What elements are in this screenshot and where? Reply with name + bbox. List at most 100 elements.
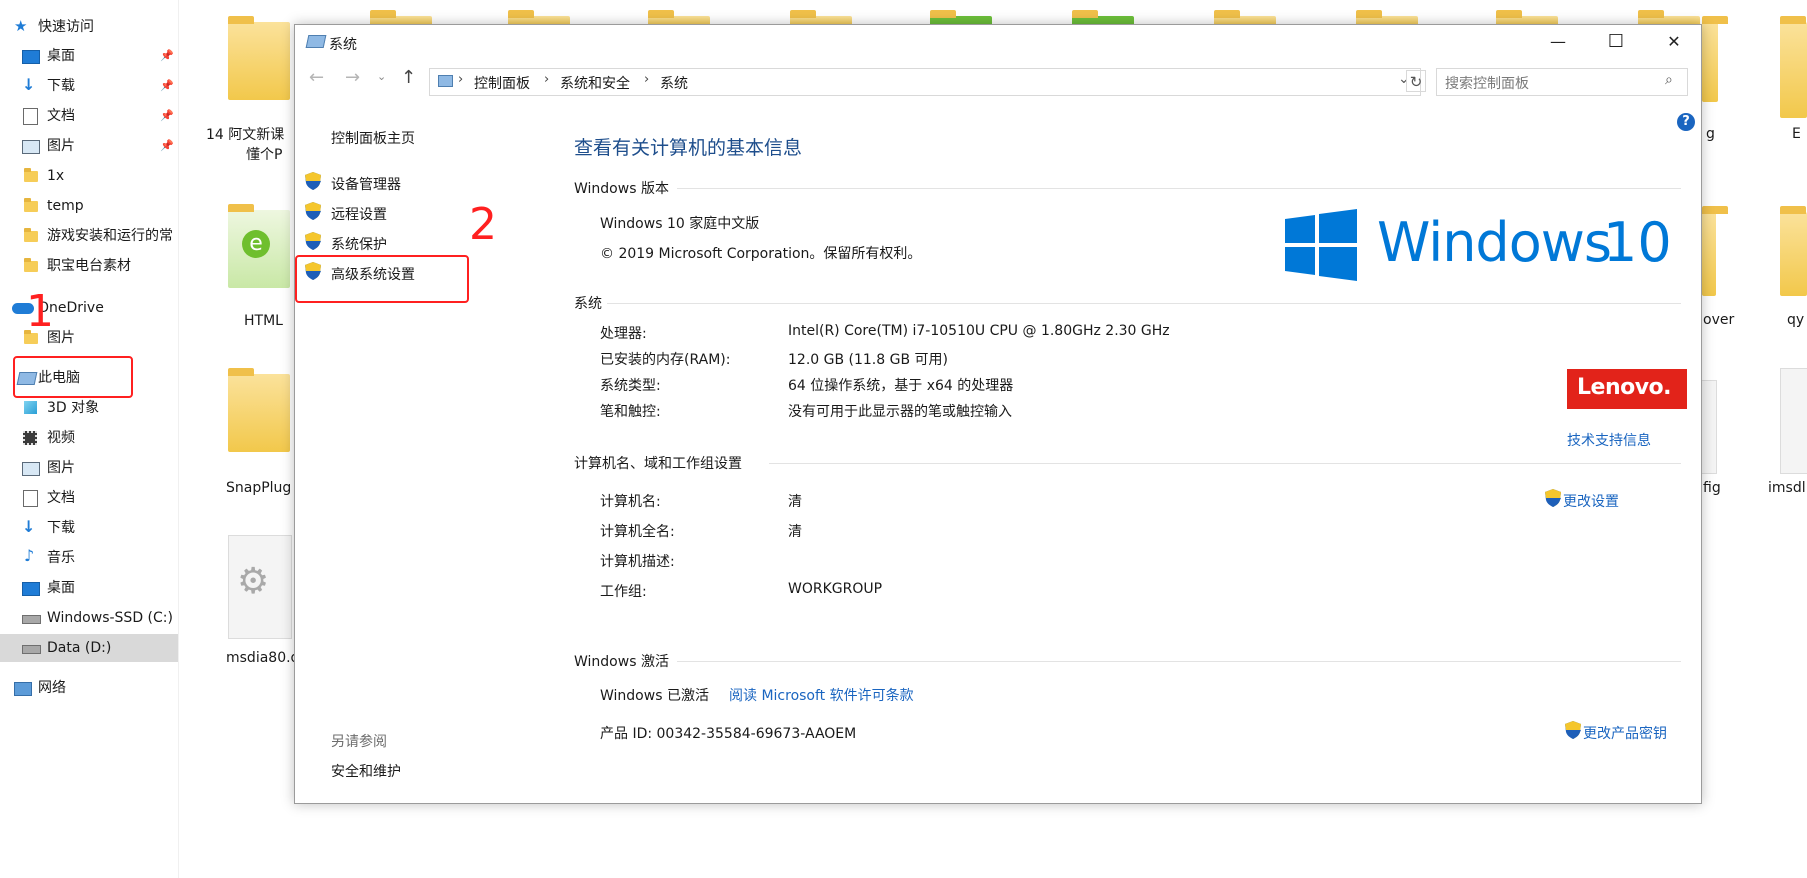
- computer-name-section-title: 计算机名、域和工作组设置: [574, 456, 742, 472]
- nav-label: Data (D:): [47, 640, 112, 656]
- nav-item-downloads[interactable]: ↓ 下载 📌: [0, 72, 178, 100]
- nav-label: 桌面: [47, 48, 75, 64]
- nav-label: 文档: [47, 108, 75, 124]
- uac-shield-icon: [1545, 489, 1561, 507]
- remote-settings-link[interactable]: 远程设置: [331, 204, 387, 224]
- gear-icon: ⚙: [237, 561, 270, 602]
- close-button[interactable]: ✕: [1645, 25, 1703, 59]
- nav-item-desktop[interactable]: 桌面 📌: [0, 42, 178, 70]
- nav-music[interactable]: ♪ 音乐: [0, 544, 178, 572]
- nav-drive-d[interactable]: Data (D:): [0, 634, 178, 662]
- pin-icon: 📌: [160, 49, 174, 62]
- security-maintenance-link[interactable]: 安全和维护: [331, 761, 401, 781]
- nav-videos[interactable]: 视频: [0, 424, 178, 452]
- background-folder[interactable]: [228, 368, 290, 452]
- background-dll-file[interactable]: ⚙: [228, 535, 292, 639]
- nav-item-pictures[interactable]: 图片 📌: [0, 132, 178, 160]
- full-computer-name-value: 清: [788, 524, 802, 540]
- system-app-icon: [305, 35, 327, 48]
- nav-label: 网络: [38, 680, 66, 696]
- nav-pc-downloads[interactable]: ↓ 下载: [0, 514, 178, 542]
- file-name: fig: [1703, 480, 1721, 496]
- up-arrow-icon[interactable]: ↑: [401, 67, 416, 88]
- pin-icon: 📌: [160, 109, 174, 122]
- workgroup-value: WORKGROUP: [788, 581, 883, 597]
- drive-icon: [22, 645, 41, 654]
- change-settings-link[interactable]: 更改设置: [1563, 491, 1619, 511]
- computer-description-label: 计算机描述:: [600, 554, 675, 570]
- nav-network[interactable]: 网络: [0, 674, 178, 702]
- address-bar[interactable]: › 控制面板 › 系统和安全 › 系统 ⌄: [429, 68, 1421, 96]
- nav-item-1x[interactable]: 1x: [0, 162, 178, 190]
- breadcrumb-separator-icon: ›: [458, 72, 464, 87]
- nav-item-documents[interactable]: 文档 📌: [0, 102, 178, 130]
- background-file: [1701, 380, 1717, 474]
- desktop-icon: [22, 50, 40, 64]
- file-name: qy: [1787, 312, 1805, 328]
- file-name: over: [1703, 312, 1735, 328]
- background-folder: [1780, 16, 1807, 118]
- section-divider: [607, 303, 1681, 304]
- forward-arrow-icon[interactable]: →: [345, 67, 360, 88]
- search-box[interactable]: 搜索控制面板 ⌕: [1436, 68, 1688, 96]
- change-product-key-link[interactable]: 更改产品密钥: [1583, 723, 1667, 743]
- nav-item-radio[interactable]: 职宝电台素材: [0, 252, 178, 280]
- star-icon: ★: [14, 17, 28, 35]
- nav-3d-objects[interactable]: 3D 对象: [0, 394, 178, 422]
- breadcrumb-system-security[interactable]: 系统和安全: [560, 73, 630, 93]
- support-info-link[interactable]: 技术支持信息: [1567, 430, 1651, 450]
- file-name: g: [1706, 126, 1715, 142]
- search-icon[interactable]: ⌕: [1665, 72, 1673, 88]
- folder-icon: [24, 228, 38, 242]
- picture-icon: [22, 140, 40, 154]
- background-folder[interactable]: [228, 16, 290, 100]
- folder-icon: [24, 198, 38, 212]
- breadcrumb-system[interactable]: 系统: [660, 73, 688, 93]
- file-name: SnapPlug: [226, 480, 292, 496]
- uac-shield-icon: [1565, 721, 1581, 739]
- nav-label: 下载: [47, 78, 75, 94]
- nav-item-temp[interactable]: temp: [0, 192, 178, 220]
- download-icon: ↓: [22, 75, 36, 94]
- annotation-box-advanced-settings: [295, 255, 469, 303]
- background-html-folder[interactable]: e: [228, 204, 290, 288]
- breadcrumb-separator-icon: ›: [544, 72, 550, 87]
- nav-quick-access[interactable]: ★ 快速访问: [0, 13, 178, 41]
- nav-label: 职宝电台素材: [47, 258, 131, 274]
- recent-dropdown-icon[interactable]: ⌄: [377, 70, 386, 83]
- document-icon: [23, 490, 38, 507]
- license-terms-link[interactable]: 阅读 Microsoft 软件许可条款: [729, 685, 914, 705]
- nav-drive-c[interactable]: Windows-SSD (C:): [0, 604, 178, 632]
- nav-item-games[interactable]: 游戏安装和运行的常: [0, 222, 178, 250]
- file-name: msdia80.d: [226, 650, 300, 666]
- activation-section-title: Windows 激活: [574, 654, 669, 670]
- annotation-number-1: 1: [26, 286, 54, 337]
- maximize-button[interactable]: ☐: [1587, 25, 1645, 59]
- workgroup-label: 工作组:: [600, 584, 647, 600]
- system-protection-link[interactable]: 系统保护: [331, 234, 387, 254]
- nav-pc-desktop[interactable]: 桌面: [0, 574, 178, 602]
- nav-label: 文档: [47, 490, 75, 506]
- desktop-icon: [22, 582, 40, 596]
- minimize-button[interactable]: —: [1529, 25, 1587, 59]
- nav-pc-pictures[interactable]: 图片: [0, 454, 178, 482]
- help-icon[interactable]: ?: [1677, 113, 1695, 131]
- control-panel-home-link[interactable]: 控制面板主页: [331, 128, 415, 148]
- windows-logo-word: Windows: [1377, 211, 1612, 274]
- folder-icon: [24, 258, 38, 272]
- nav-label: temp: [47, 198, 84, 214]
- breadcrumb-control-panel[interactable]: 控制面板: [474, 73, 530, 93]
- nav-pc-documents[interactable]: 文档: [0, 484, 178, 512]
- product-id: 产品 ID: 00342-35584-69673-AAOEM: [600, 726, 857, 742]
- refresh-icon[interactable]: ↻: [1406, 70, 1426, 92]
- back-arrow-icon[interactable]: ←: [309, 67, 324, 88]
- title-bar[interactable]: 系统 — ☐ ✕: [295, 25, 1701, 61]
- navigation-pane: ★ 快速访问 桌面 📌 ↓ 下载 📌 文档 📌 图片 📌 1x temp 游戏安…: [0, 0, 179, 878]
- device-manager-link[interactable]: 设备管理器: [331, 174, 401, 194]
- uac-shield-icon: [305, 172, 321, 190]
- document-icon: [23, 108, 38, 125]
- network-icon: [14, 682, 32, 696]
- search-input[interactable]: 搜索控制面板: [1445, 73, 1529, 93]
- system-type-label: 系统类型:: [600, 378, 661, 394]
- file-name: imsdl: [1768, 480, 1806, 496]
